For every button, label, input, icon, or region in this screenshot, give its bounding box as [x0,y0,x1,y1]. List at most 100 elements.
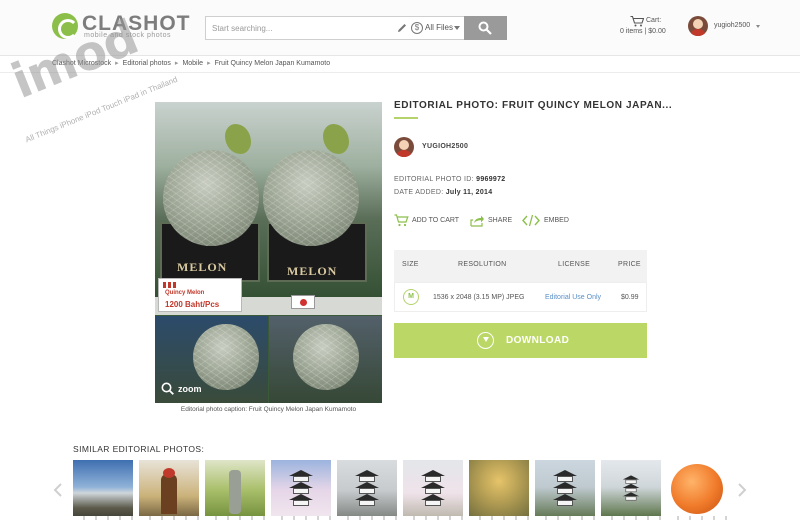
cart-summary: 0 items | $0.00 [620,28,666,35]
chevron-left-icon[interactable] [52,482,64,498]
author-name: YUGIOH2500 [422,143,469,150]
search-icon [478,21,492,35]
thai-flag-icon [163,282,177,288]
main-photo[interactable]: MELON MELON Quincy Melon 1200 Baht/Pcs z… [155,102,382,403]
embed-code-icon [522,214,540,227]
chevron-down-icon [756,25,760,28]
zoom-icon [161,382,174,395]
breadcrumb-current: Fruit Quincy Melon Japan Kumamoto [214,60,331,67]
column-header-resolution: RESOLUTION [458,261,507,268]
embed-label: EMBED [544,217,569,224]
chevron-right-icon[interactable] [736,482,748,498]
breadcrumb-divider [0,72,800,73]
download-label: DOWNLOAD [506,335,570,346]
breadcrumb-item[interactable]: Editorial photos [123,60,171,67]
column-header-license: LICENSE [558,261,591,268]
date-added-value: July 11, 2014 [445,189,493,196]
dollar-icon[interactable]: $ [411,22,423,34]
site-header: CLASHOT mobile and stock photos $ All Fi… [0,0,800,56]
clashot-logo[interactable]: CLASHOT mobile and stock photos [52,12,192,43]
column-header-size: SIZE [402,261,419,268]
castle [355,470,379,506]
logo-tagline: mobile and stock photos [84,32,171,39]
photo-id-value: 9969972 [476,176,506,183]
thumbnail-strip [667,516,727,520]
share-icon [470,215,484,227]
similar-photos-carousel [73,460,733,520]
cart-label: Cart: [646,17,662,24]
price-value: $0.99 [621,294,639,301]
add-to-cart-label: ADD TO CART [412,217,460,224]
melon [193,324,259,390]
melon [293,324,359,390]
castle [421,470,445,506]
photo-caption: Editorial photo caption: Fruit Quincy Me… [180,406,357,413]
thumbnail-strip [73,516,133,520]
melon [263,150,359,246]
table-row[interactable]: M 1536 x 2048 (3.15 MP) JPEG Editorial U… [394,282,647,312]
thumbnail-strip [337,516,397,520]
breadcrumb-item[interactable]: Mobile [182,60,203,67]
cart-icon [630,16,644,27]
cart-add-icon [394,214,409,227]
thumbnail-strip [469,516,529,520]
similar-thumbnail-castle-trees[interactable] [601,460,661,520]
photo-id-label: EDITORIAL PHOTO ID: [394,176,474,183]
breadcrumb: Clashot Microstock ▸ Editorial photos ▸ Mobi… [52,59,330,69]
date-added-label: DATE ADDED: [394,189,444,196]
similar-thumbnail-castle-dark[interactable] [337,460,397,520]
breadcrumb-separator-icon: ▸ [115,60,119,67]
search-input[interactable] [206,17,392,39]
similar-thumbnail-garden-statue[interactable] [205,460,265,520]
similar-thumbnail-orange-melon[interactable] [667,460,727,520]
breadcrumb-separator-icon: ▸ [207,60,211,67]
size-badge[interactable]: M [403,289,419,305]
download-icon [477,332,494,349]
thumbnail-strip [205,516,265,520]
pencil-icon[interactable] [396,22,408,34]
similar-thumbnail-castle-green[interactable] [535,460,595,520]
similar-thumbnail-castle-blossom-2[interactable] [403,460,463,520]
thumbnail-strip [271,516,331,520]
share-label: SHARE [488,217,513,224]
photo-id: EDITORIAL PHOTO ID: 9969972 [394,176,505,183]
resolution-value: 1536 x 2048 (3.15 MP) JPEG [433,294,525,301]
search-bar: $ All Files [205,16,507,40]
castle [289,470,313,506]
castle [553,470,577,506]
japan-flag-icon [291,295,315,309]
box-brand-text: MELON [287,264,338,278]
melon [163,150,259,246]
box-brand-text: MELON [177,260,228,274]
chevron-down-icon [454,26,460,30]
license-link[interactable]: Editorial Use Only [545,294,601,301]
similar-thumbnail-samurai-statue[interactable] [139,460,199,520]
castle [622,475,640,501]
user-menu[interactable]: yugioh2500 [688,16,778,38]
date-added: DATE ADDED: July 11, 2014 [394,189,492,196]
price-tag-name: Quincy Melon [165,290,205,296]
zoom-label: zoom [178,384,202,394]
page-title: EDITORIAL PHOTO: FRUIT QUINCY MELON JAPA… [394,100,673,111]
download-button[interactable]: DOWNLOAD [394,323,647,358]
avatar [394,137,414,157]
thumbnail-strip [139,516,199,520]
similar-thumbnail-tree-autumn[interactable] [469,460,529,520]
price-tag: Quincy Melon 1200 Baht/Pcs [158,278,242,312]
search-button[interactable] [464,16,507,40]
similar-photos-title: SIMILAR EDITORIAL PHOTOS: [73,444,205,454]
breadcrumb-separator-icon: ▸ [174,60,179,67]
thumbnail-strip [535,516,595,520]
thumbnail-strip [403,516,463,520]
similar-thumbnail-mountain[interactable] [73,460,133,520]
similar-thumbnail-castle-blossom[interactable] [271,460,331,520]
avatar [688,16,708,36]
price-tag-price: 1200 Baht/Pcs [165,300,220,309]
logo-mark-icon [52,13,78,39]
title-underline [394,117,418,119]
cart-widget[interactable]: Cart: 0 items | $0.00 [616,16,680,40]
breadcrumb-item[interactable]: Clashot Microstock [52,60,111,67]
username: yugioh2500 [714,22,751,29]
size-table: SIZE RESOLUTION LICENSE PRICE M 1536 x 2… [394,250,647,312]
column-header-price: PRICE [618,261,641,268]
